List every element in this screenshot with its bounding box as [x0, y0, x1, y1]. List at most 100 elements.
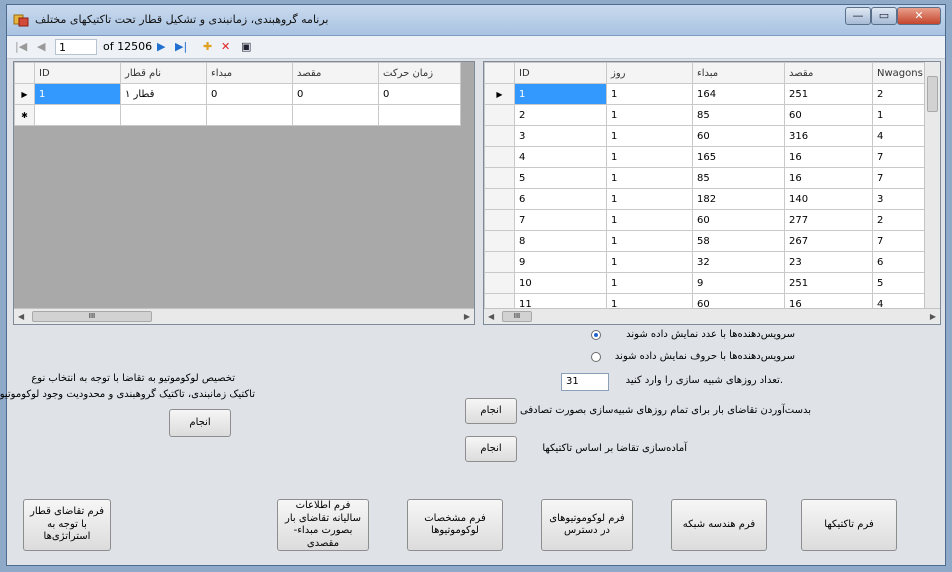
table-cell[interactable]: 1 — [606, 251, 693, 273]
position-input[interactable]: 1 — [55, 39, 97, 55]
table-cell[interactable]: 5 — [872, 272, 925, 294]
row-header[interactable] — [484, 104, 515, 126]
column-header[interactable]: ID — [34, 62, 121, 84]
network-geometry-form-button[interactable]: فرم هندسه شبکه — [671, 499, 767, 551]
table-cell[interactable]: 1 — [606, 83, 693, 105]
table-cell[interactable]: 2 — [514, 104, 607, 126]
table-cell[interactable]: 60 — [784, 104, 873, 126]
table-cell[interactable]: 6 — [872, 251, 925, 273]
column-header[interactable]: زمان حرکت — [378, 62, 461, 84]
table-cell[interactable]: 1 — [606, 125, 693, 147]
table-cell[interactable]: 58 — [692, 230, 785, 252]
demand-grid[interactable]: ID روز مبداء مقصد Nwagons ▶ 1 1 164 251 2 218… — [483, 61, 941, 325]
table-cell[interactable]: 182 — [692, 188, 785, 210]
table-cell[interactable]: 3 — [514, 125, 607, 147]
table-cell[interactable]: 6 — [514, 188, 607, 210]
column-header[interactable]: مبداء — [206, 62, 293, 84]
row-header[interactable] — [484, 146, 515, 168]
move-next-button[interactable]: ▶ — [157, 39, 165, 55]
tactics-form-button[interactable]: فرم تاکتیکها — [801, 499, 897, 551]
table-cell[interactable]: 7 — [514, 209, 607, 231]
table-cell[interactable]: 1 — [606, 146, 693, 168]
table-cell[interactable]: 0 — [378, 83, 461, 105]
table-cell[interactable]: 1 — [514, 83, 607, 105]
table-row[interactable]: 10 1 9 251 5 — [484, 272, 925, 294]
table-cell[interactable]: 60 — [692, 209, 785, 231]
table-cell[interactable]: 1 — [606, 188, 693, 210]
row-header[interactable] — [484, 251, 515, 273]
column-header[interactable]: روز — [606, 62, 693, 84]
minimize-button[interactable]: — — [845, 7, 871, 25]
tactics-run-button[interactable]: انجام — [465, 436, 517, 462]
table-cell[interactable]: 277 — [784, 209, 873, 231]
table-cell[interactable]: 251 — [784, 272, 873, 294]
move-last-button[interactable]: ▶| — [175, 39, 187, 55]
scroll-right-icon[interactable]: ▶ — [930, 309, 936, 324]
table-row[interactable]: 5 1 85 16 7 — [484, 167, 925, 189]
row-header[interactable] — [484, 188, 515, 210]
column-header[interactable]: مقصد — [292, 62, 379, 84]
table-cell[interactable] — [34, 104, 121, 126]
row-header[interactable] — [484, 209, 515, 231]
close-button[interactable]: ✕ — [897, 7, 941, 25]
scroll-right-icon[interactable]: ▶ — [464, 309, 470, 324]
table-cell[interactable] — [378, 104, 461, 126]
move-previous-button[interactable]: ◀ — [37, 39, 45, 55]
row-header[interactable] — [484, 167, 515, 189]
row-header[interactable] — [484, 272, 515, 294]
table-cell[interactable]: 3 — [872, 188, 925, 210]
table-cell[interactable]: 4 — [514, 146, 607, 168]
row-header[interactable] — [484, 230, 515, 252]
train-grid[interactable]: ID نام قطار مبداء مقصد زمان حرکت ▶ 1 قطا… — [13, 61, 475, 325]
table-cell[interactable]: 4 — [872, 125, 925, 147]
table-row[interactable]: 2 1 85 60 1 — [484, 104, 925, 126]
scroll-left-icon[interactable]: ◀ — [18, 309, 24, 324]
move-first-button[interactable]: |◀ — [15, 39, 27, 55]
table-row[interactable]: ▶ 1 1 164 251 2 — [484, 83, 925, 105]
locomotive-run-button[interactable]: انجام — [169, 409, 231, 437]
table-cell[interactable]: 1 — [606, 209, 693, 231]
table-cell[interactable]: 8 — [514, 230, 607, 252]
table-cell[interactable]: 2 — [872, 83, 925, 105]
table-cell[interactable]: 9 — [514, 251, 607, 273]
available-locomotives-form-button[interactable]: فرم لوکوموتیوهای در دسترس — [541, 499, 633, 551]
table-cell[interactable]: 1 — [606, 230, 693, 252]
table-cell[interactable] — [206, 104, 293, 126]
radio-numbers[interactable] — [591, 330, 601, 340]
locomotive-spec-form-button[interactable]: فرم مشخصات لوکوموتیوها — [407, 499, 503, 551]
table-cell[interactable]: 164 — [692, 83, 785, 105]
table-cell[interactable]: 165 — [692, 146, 785, 168]
table-cell[interactable]: 85 — [692, 167, 785, 189]
table-cell[interactable]: 316 — [784, 125, 873, 147]
column-header[interactable]: مقصد — [784, 62, 873, 84]
maximize-button[interactable]: ▭ — [871, 7, 897, 25]
table-cell[interactable]: 7 — [872, 230, 925, 252]
column-header[interactable]: ID — [514, 62, 607, 84]
table-cell[interactable]: 9 — [692, 272, 785, 294]
table-cell[interactable]: 7 — [872, 167, 925, 189]
table-cell[interactable]: 267 — [784, 230, 873, 252]
delete-icon[interactable]: ✕ — [221, 39, 230, 55]
table-cell[interactable]: 60 — [692, 125, 785, 147]
table-cell[interactable]: 16 — [784, 167, 873, 189]
annual-demand-form-button[interactable]: فرم اطلاعات سالیانه تقاضای بار بصورت مبد… — [277, 499, 369, 551]
table-cell[interactable]: 0 — [206, 83, 293, 105]
table-cell[interactable]: 1 — [606, 167, 693, 189]
radio-letters[interactable] — [591, 352, 601, 362]
scroll-thumb[interactable] — [927, 76, 938, 112]
table-cell[interactable]: 140 — [784, 188, 873, 210]
table-cell[interactable]: 16 — [784, 146, 873, 168]
table-row[interactable]: 7 1 60 277 2 — [484, 209, 925, 231]
table-row[interactable]: ▶ 1 قطار ۱ 0 0 0 — [14, 83, 461, 105]
table-cell[interactable]: 7 — [872, 146, 925, 168]
table-row[interactable]: 3 1 60 316 4 — [484, 125, 925, 147]
new-row[interactable]: ✱ — [14, 104, 461, 126]
save-icon[interactable]: ▣ — [241, 39, 251, 55]
table-cell[interactable]: 85 — [692, 104, 785, 126]
table-cell[interactable]: 0 — [292, 83, 379, 105]
horizontal-scrollbar[interactable]: ◀ III ▶ — [484, 308, 940, 324]
column-header[interactable]: نام قطار — [120, 62, 207, 84]
table-cell[interactable]: 1 — [872, 104, 925, 126]
table-cell[interactable]: 32 — [692, 251, 785, 273]
table-cell[interactable]: 10 — [514, 272, 607, 294]
